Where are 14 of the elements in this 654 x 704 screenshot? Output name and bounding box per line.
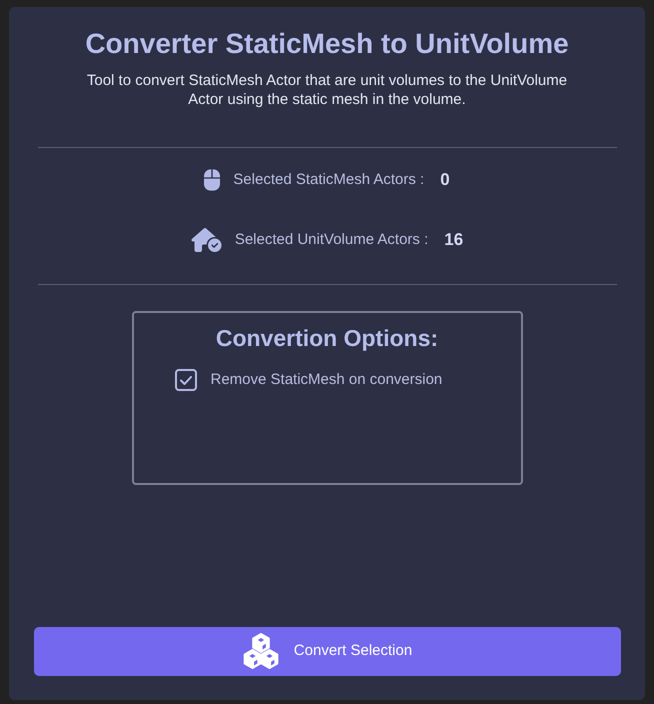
house-check-icon [190, 228, 222, 252]
mouse-icon [204, 168, 220, 192]
checkmark-icon [180, 376, 192, 385]
stat-value: 0 [440, 169, 450, 192]
stat-label: Selected UnitVolume Actors : [234, 230, 428, 250]
page-title: Converter StaticMesh to UnitVolume [85, 27, 569, 61]
cubes-icon [242, 632, 280, 670]
options-title: Convertion Options: [216, 324, 438, 353]
convert-selection-button[interactable]: Convert Selection [34, 627, 620, 676]
checkbox-label: Remove StaticMesh on conversion [210, 370, 442, 390]
tool-description: Tool to convert StaticMesh Actor that are unit volumes to the UnitVolume Actor using the static mesh in the volume. [86, 71, 568, 109]
stat-value: 16 [444, 229, 464, 252]
stat-label: Selected StaticMesh Actors : [233, 170, 424, 190]
checkbox[interactable] [174, 369, 196, 392]
